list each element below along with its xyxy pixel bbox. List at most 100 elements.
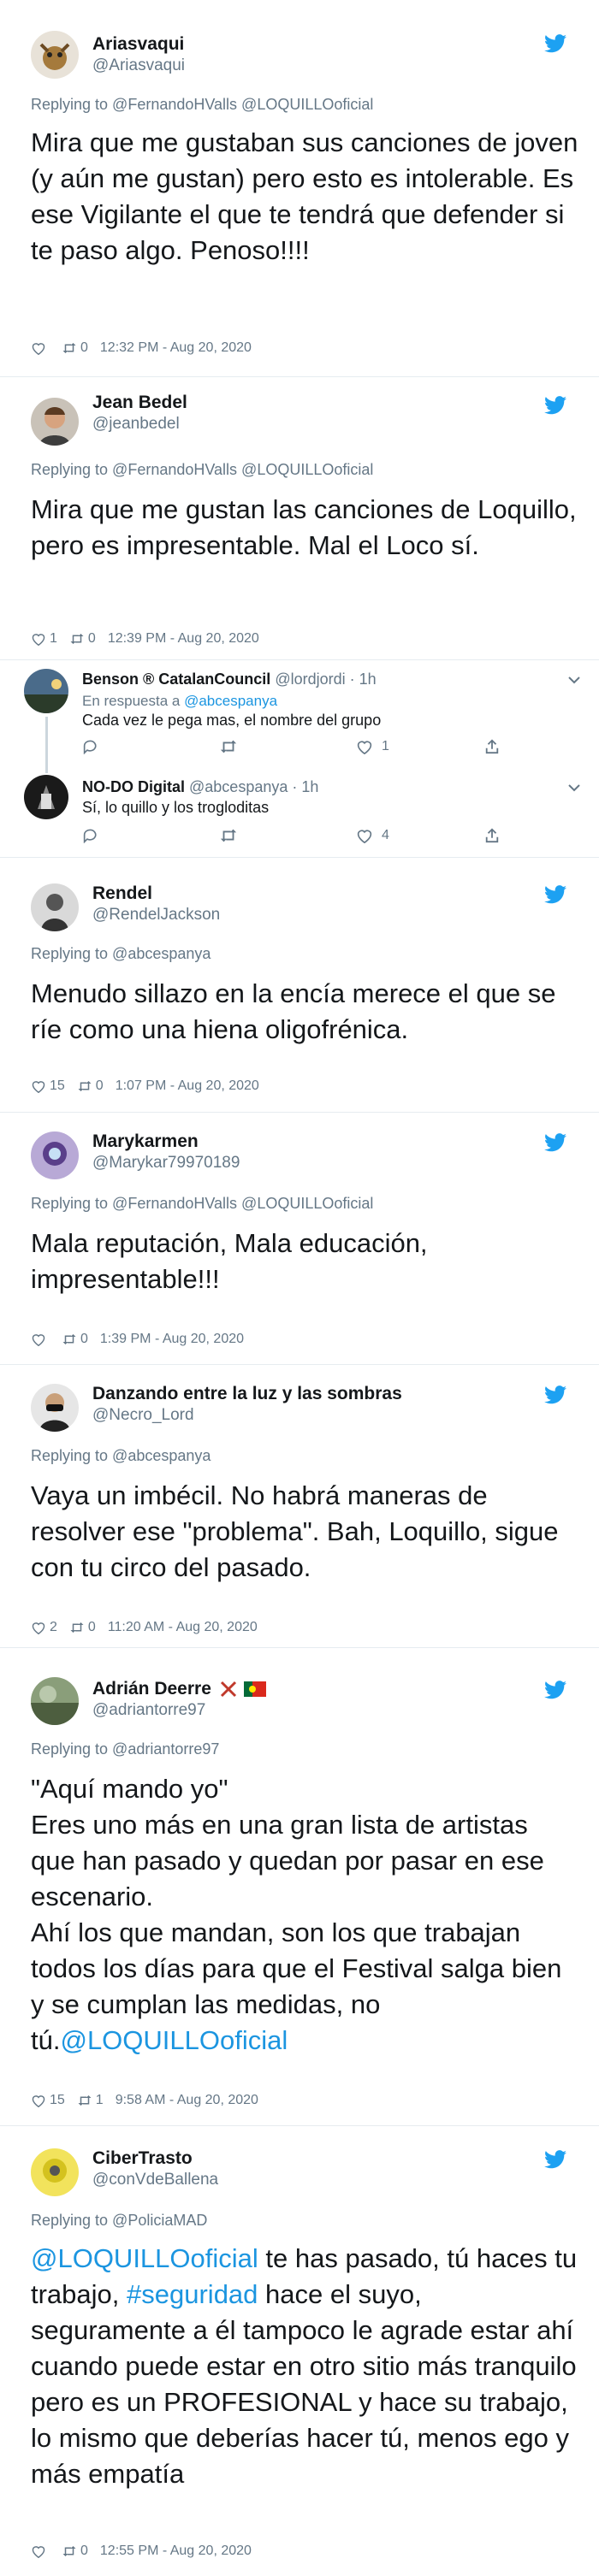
twitter-bird-icon[interactable] [544, 1385, 566, 1404]
author-handle[interactable]: @abcespanya · 1h [189, 778, 318, 795]
heart-icon[interactable] [356, 828, 373, 843]
timestamp[interactable]: 11:20 AM - Aug 20, 2020 [108, 1620, 258, 1635]
heart-icon[interactable] [31, 1332, 46, 1346]
thread-line [45, 717, 48, 763]
retweet-count: 0 [87, 1620, 96, 1634]
twitter-bird-icon[interactable] [544, 1681, 566, 1699]
tweet-5[interactable]: Danzando entre la luz y las sombras @Nec… [0, 1365, 599, 1647]
avatar[interactable] [31, 1131, 79, 1179]
author-handle[interactable]: @RendelJackson [92, 906, 220, 925]
tweet-7[interactable]: CiberTrasto @conVdeBallena Replying to @… [0, 2126, 599, 2576]
heart-icon[interactable] [31, 632, 46, 646]
author-name[interactable]: Danzando entre la luz y las sombras [92, 1384, 402, 1404]
twitter-bird-icon[interactable] [544, 885, 566, 904]
replying-to[interactable]: Replying to @adriantorre97 [31, 1740, 219, 1758]
retweet-icon[interactable] [62, 341, 77, 355]
author-name[interactable]: Ariasvaqui [92, 34, 184, 55]
avatar[interactable] [31, 398, 79, 446]
reply-icon[interactable] [82, 828, 99, 843]
author-name[interactable]: Benson ® CatalanCouncil @lordjordi · 1h [82, 671, 377, 688]
twitter-bird-icon[interactable] [544, 34, 566, 53]
author-name[interactable]: CiberTrasto [92, 2148, 193, 2169]
avatar[interactable] [24, 775, 68, 819]
mention-link[interactable]: @LOQUILLOoficial [60, 2025, 288, 2055]
timestamp[interactable]: 12:39 PM - Aug 20, 2020 [108, 631, 259, 647]
author-name[interactable]: Adrián Deerre [92, 1679, 266, 1699]
replying-to[interactable]: Replying to @FernandoHValls @LOQUILLOofi… [31, 96, 373, 114]
author-name[interactable]: Marykarmen [92, 1131, 199, 1152]
author-handle[interactable]: @lordjordi · 1h [275, 671, 376, 688]
retweet-icon[interactable] [77, 2094, 92, 2107]
retweet-count: 1 [95, 2093, 104, 2107]
nested-reply-2[interactable]: NO-DO Digital @abcespanya · 1h Sí, lo qu… [0, 763, 599, 857]
heart-icon[interactable] [31, 1079, 46, 1093]
tweet-text: Mira que me gustaban sus canciones de jo… [31, 127, 585, 265]
twitter-bird-icon[interactable] [544, 2150, 566, 2169]
replying-to[interactable]: Replying to @abcespanya [31, 1447, 211, 1465]
retweet-count: 0 [80, 1332, 88, 1346]
tweet-4[interactable]: Marykarmen @Marykar79970189 Replying to … [0, 1113, 599, 1364]
tweet-2[interactable]: Jean Bedel @jeanbedel Replying to @Ferna… [0, 377, 599, 659]
twitter-bird-icon[interactable] [544, 396, 566, 415]
tweet-meta: 0 1:39 PM - Aug 20, 2020 [31, 1332, 244, 1347]
avatar[interactable] [31, 1677, 79, 1725]
mention-link[interactable]: @LOQUILLOoficial [31, 2243, 258, 2273]
replying-to[interactable]: Replying to @abcespanya [31, 945, 211, 963]
retweet-count: 0 [80, 340, 88, 355]
nested-reply-1[interactable]: Benson ® CatalanCouncil @lordjordi · 1h … [0, 660, 599, 763]
tweet-6[interactable]: Adrián Deerre @adriantorre97 Replying to… [0, 1648, 599, 2125]
tweet-meta: 2 0 11:20 AM - Aug 20, 2020 [31, 1620, 258, 1635]
replying-to[interactable]: Replying to @PoliciaMAD [31, 2212, 207, 2230]
replying-to[interactable]: Replying to @FernandoHValls @LOQUILLOofi… [31, 461, 373, 479]
like-count: 1 [50, 631, 57, 646]
chevron-down-icon[interactable] [568, 783, 580, 792]
author-handle[interactable]: @jeanbedel [92, 415, 180, 434]
timestamp[interactable]: 12:32 PM - Aug 20, 2020 [100, 340, 252, 356]
timestamp[interactable]: 12:55 PM - Aug 20, 2020 [100, 2544, 252, 2559]
tweet-meta: 0 12:32 PM - Aug 20, 2020 [31, 340, 252, 356]
heart-icon[interactable] [356, 739, 373, 754]
avatar[interactable] [31, 2148, 79, 2196]
like-count: 1 [382, 739, 389, 753]
timestamp[interactable]: 9:58 AM - Aug 20, 2020 [116, 2093, 258, 2108]
heart-icon[interactable] [31, 2544, 46, 2558]
retweet-icon[interactable] [219, 828, 238, 843]
replying-to[interactable]: Replying to @FernandoHValls @LOQUILLOofi… [31, 1195, 373, 1213]
tweet-text: Mira que me gustan las canciones de Loqu… [31, 494, 584, 560]
tweet-meta: 0 12:55 PM - Aug 20, 2020 [31, 2544, 252, 2559]
author-handle[interactable]: @adriantorre97 [92, 1701, 205, 1720]
tweet-1[interactable]: Ariasvaqui @Ariasvaqui Replying to @Fern… [0, 0, 599, 376]
author-handle[interactable]: @conVdeBallena [92, 2171, 218, 2189]
author-name[interactable]: NO-DO Digital @abcespanya · 1h [82, 778, 318, 796]
in-reply-link[interactable]: @abcespanya [184, 693, 277, 709]
heart-icon[interactable] [31, 341, 46, 355]
author-handle[interactable]: @Necro_Lord [92, 1406, 194, 1425]
timestamp[interactable]: 1:07 PM - Aug 20, 2020 [116, 1078, 259, 1094]
retweet-icon[interactable] [77, 1079, 92, 1093]
author-handle[interactable]: @Marykar79970189 [92, 1154, 240, 1173]
share-icon[interactable] [484, 828, 500, 843]
reply-text: Sí, lo quillo y los trogloditas [82, 799, 270, 816]
avatar[interactable] [31, 883, 79, 931]
twitter-bird-icon[interactable] [544, 1133, 566, 1152]
timestamp[interactable]: 1:39 PM - Aug 20, 2020 [100, 1332, 244, 1347]
retweet-icon[interactable] [69, 632, 85, 646]
share-icon[interactable] [484, 739, 500, 754]
reply-icon[interactable] [82, 739, 99, 754]
author-name[interactable]: Jean Bedel [92, 393, 187, 413]
hashtag-link[interactable]: #seguridad [127, 2279, 258, 2309]
author-handle[interactable]: @Ariasvaqui [92, 56, 185, 75]
retweet-icon[interactable] [62, 1332, 77, 1346]
avatar[interactable] [31, 31, 79, 79]
avatar[interactable] [24, 669, 68, 713]
heart-icon[interactable] [31, 2094, 46, 2107]
avatar[interactable] [31, 1384, 79, 1432]
author-name[interactable]: Rendel [92, 883, 152, 904]
retweet-icon[interactable] [62, 2544, 77, 2558]
heart-icon[interactable] [31, 1621, 46, 1634]
reply-actions: 1 [82, 739, 510, 759]
tweet-3[interactable]: Rendel @RendelJackson Replying to @abces… [0, 858, 599, 1112]
chevron-down-icon[interactable] [568, 676, 580, 684]
retweet-icon[interactable] [219, 739, 238, 754]
retweet-icon[interactable] [69, 1621, 85, 1634]
